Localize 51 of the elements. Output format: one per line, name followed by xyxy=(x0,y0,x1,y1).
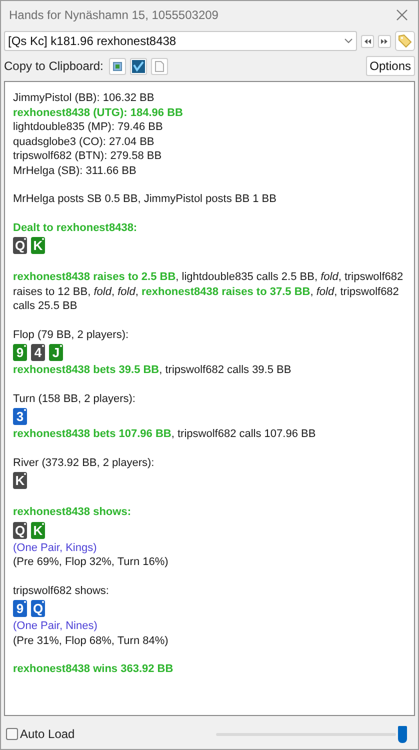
copy-image-button[interactable] xyxy=(109,58,126,74)
document-icon xyxy=(155,60,164,72)
playing-card: Q xyxy=(31,600,45,617)
window-title: Hands for Nynäshamn 15, 1055503209 xyxy=(9,7,218,24)
close-button[interactable] xyxy=(396,9,408,21)
playing-card: 9 xyxy=(13,600,27,617)
log-line: Flop (79 BB, 2 players): xyxy=(13,328,130,342)
chevron-down-icon xyxy=(344,38,353,44)
copy-label: Copy to Clipboard: xyxy=(4,58,104,75)
fast-forward-icon xyxy=(381,38,388,44)
hand-dropdown[interactable]: [Qs Kc] k181.96 rexhonest8438 xyxy=(4,31,357,51)
auto-load-label: Auto Load xyxy=(20,726,75,743)
auto-load-checkbox[interactable] xyxy=(6,728,18,740)
playing-card: 4 xyxy=(31,344,45,361)
log-line: MrHelga (SB): 311.66 BB xyxy=(13,164,138,178)
slider-thumb[interactable] xyxy=(398,726,407,742)
playing-card: K xyxy=(13,472,27,489)
log-line: (Pre 31%, Flop 68%, Turn 84%) xyxy=(13,634,170,648)
log-line: (One Pair, Nines) xyxy=(13,619,98,634)
log-line: rexhonest8438 wins 363.92 BB xyxy=(13,662,174,676)
log-line: rexhonest8438 bets 107.96 BB, tripswolf682 calls 107.96 BB xyxy=(13,427,317,442)
playing-card: Q xyxy=(13,237,27,254)
playing-card: K xyxy=(31,237,45,254)
log-line: tripswolf682 shows: xyxy=(13,584,110,598)
log-line: rexhonest8438 bets 39.5 BB, tripswolf682 calls 39.5 BB xyxy=(13,363,292,378)
log-line: River (373.92 BB, 2 players): xyxy=(13,456,156,470)
playing-card: 3 xyxy=(13,408,27,425)
options-button[interactable]: Options xyxy=(366,56,415,76)
rewind-icon xyxy=(364,38,371,44)
image-icon xyxy=(113,62,122,70)
log-line: (Pre 69%, Flop 32%, Turn 16%) xyxy=(13,555,170,570)
log-line: rexhonest8438 shows: xyxy=(13,505,132,520)
playing-card: Q xyxy=(13,522,27,538)
log-line: quadsglobe3 (CO): 27.04 BB xyxy=(13,134,156,149)
log-line: Dealt to rexhonest8438: xyxy=(13,220,138,235)
previous-button[interactable] xyxy=(361,34,374,48)
log-line: tripswolf682 (BTN): 279.58 BB xyxy=(13,149,163,164)
playing-card: 9 xyxy=(13,344,27,361)
tag-icon xyxy=(398,34,412,48)
playing-card: K xyxy=(31,522,45,538)
copy-forum-button[interactable] xyxy=(130,58,148,74)
log-line: JimmyPistol (BB): 106.32 BB xyxy=(13,91,156,106)
log-line: MrHelga posts SB 0.5 BB, JimmyPistol posts BB 1 BB xyxy=(13,192,278,206)
log-line: lightdouble835 (MP): 79.46 BB xyxy=(13,120,164,134)
checkmark-logo-icon xyxy=(132,60,146,72)
log-line: rexhonest8438 (UTG): 184.96 BB xyxy=(13,106,184,120)
next-button[interactable] xyxy=(378,34,391,48)
log-line: (One Pair, Kings) xyxy=(13,540,98,555)
log-line: rexhonest8438 raises to 2.5 BB, lightdouble835 calls 2.5 BB, fold, tripswolf682 raises to 12 BB, fold, fold, rexhonest8438 raises to 37.5 BB, fold, tripswolf682 calls 25.5 BB xyxy=(13,270,404,314)
log-line: Turn (158 BB, 2 players): xyxy=(13,392,136,406)
playing-card: J xyxy=(49,344,63,361)
